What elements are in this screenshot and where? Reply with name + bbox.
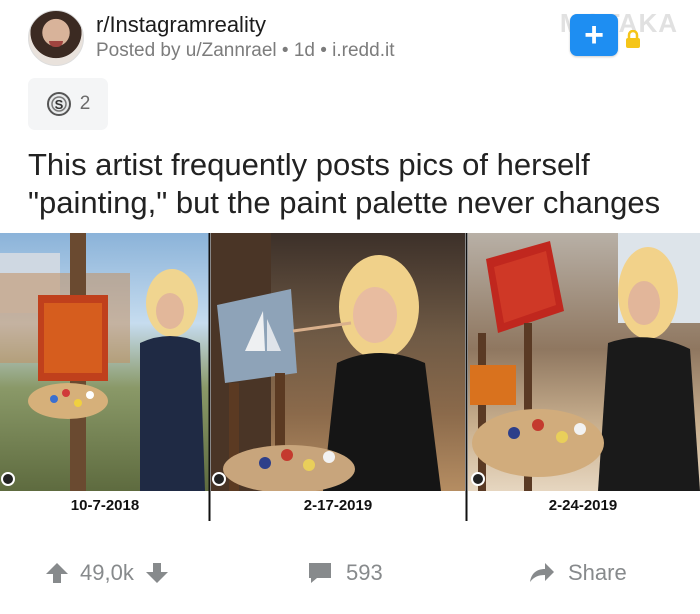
post-actions: 49,0k 593 Share — [0, 552, 700, 596]
date-label: 2-17-2019 — [303, 497, 373, 514]
upvote-icon[interactable] — [44, 560, 70, 586]
date-label: 10-7-2018 — [70, 497, 140, 514]
join-button[interactable]: + — [570, 14, 618, 56]
photo-panel-3 — [468, 233, 700, 491]
post-meta: Posted by u/Zannrael • 1d • i.redd.it — [96, 40, 395, 61]
vote-controls: 49,0k — [44, 560, 170, 586]
date-label: 2-24-2019 — [548, 497, 618, 514]
photo-panel-1 — [0, 233, 209, 491]
award-count: 2 — [79, 93, 91, 114]
post-title[interactable]: This artist frequently posts pics of her… — [28, 146, 688, 222]
photo-panel-2 — [211, 233, 465, 491]
post-title-line: This artist frequently posts pics of her… — [28, 147, 590, 182]
silver-award-icon: S — [46, 92, 71, 116]
plus-icon: + — [584, 16, 604, 54]
painting-scene-2 — [211, 233, 441, 491]
share-icon — [530, 563, 554, 582]
painting-scene-1 — [0, 233, 205, 491]
share-label: Share — [568, 560, 627, 585]
painting-scene-3 — [470, 233, 700, 491]
lock-icon — [626, 30, 640, 48]
subreddit-avatar[interactable] — [28, 10, 84, 66]
comments-button[interactable]: 593 — [306, 560, 383, 586]
share-button[interactable]: Share — [528, 560, 627, 586]
award-badge[interactable]: S 2 — [28, 78, 108, 130]
downvote-icon[interactable] — [144, 560, 170, 586]
post-image[interactable]: 10-7-2018 2-17-2019 2-24-2019 — [0, 233, 700, 521]
post-header: r/Instagramreality Posted by u/Zannrael … — [28, 8, 678, 66]
comment-icon — [309, 563, 331, 583]
vote-count: 49,0k — [80, 560, 134, 585]
post-title-line: "painting," but the paint palette never … — [28, 185, 661, 220]
svg-text:S: S — [54, 97, 63, 112]
comment-count: 593 — [346, 560, 383, 585]
subreddit-name[interactable]: r/Instagramreality — [96, 12, 266, 38]
